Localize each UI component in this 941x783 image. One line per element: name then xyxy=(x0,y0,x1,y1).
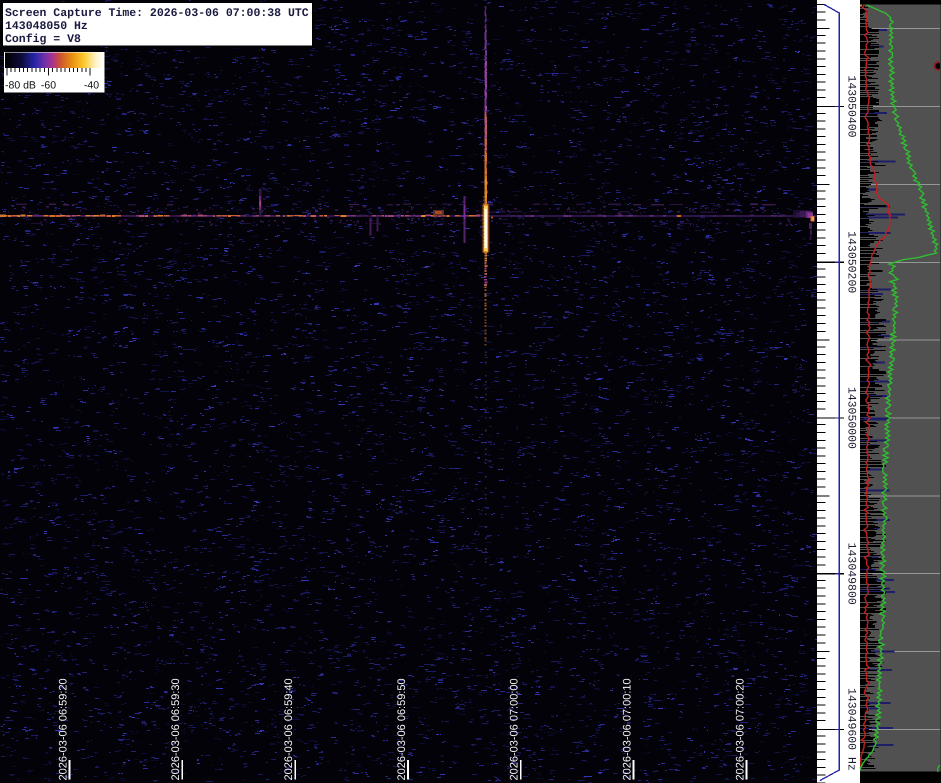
svg-text:-80 dB: -80 dB xyxy=(5,80,36,92)
svg-text:143050400: 143050400 xyxy=(844,75,857,137)
svg-text:2026-03-06 06:59:50: 2026-03-06 06:59:50 xyxy=(396,678,408,780)
svg-text:2026-03-06 06:59:40: 2026-03-06 06:59:40 xyxy=(283,678,295,780)
svg-text:2026-03-06 06:59:30: 2026-03-06 06:59:30 xyxy=(170,678,182,780)
svg-text:-40: -40 xyxy=(84,80,99,92)
svg-text:143050000: 143050000 xyxy=(844,387,857,449)
svg-text:2026-03-06 07:00:20: 2026-03-06 07:00:20 xyxy=(734,678,746,780)
svg-text:2026-03-06 06:59:20: 2026-03-06 06:59:20 xyxy=(57,678,69,780)
svg-text:143048050 Hz: 143048050 Hz xyxy=(5,20,88,33)
svg-text:Screen Capture Time: 2026-03-0: Screen Capture Time: 2026-03-06 07:00:38… xyxy=(5,7,309,20)
svg-text:2026-03-06 07:00:10: 2026-03-06 07:00:10 xyxy=(621,678,633,780)
svg-text:143049800: 143049800 xyxy=(844,543,857,605)
svg-text:143049600 Hz: 143049600 Hz xyxy=(844,688,857,771)
svg-text:143050200: 143050200 xyxy=(844,231,857,293)
svg-text:-60: -60 xyxy=(41,80,56,92)
svg-text:2026-03-06 07:00:00: 2026-03-06 07:00:00 xyxy=(509,678,521,780)
svg-text:Config = V8: Config = V8 xyxy=(5,33,81,46)
